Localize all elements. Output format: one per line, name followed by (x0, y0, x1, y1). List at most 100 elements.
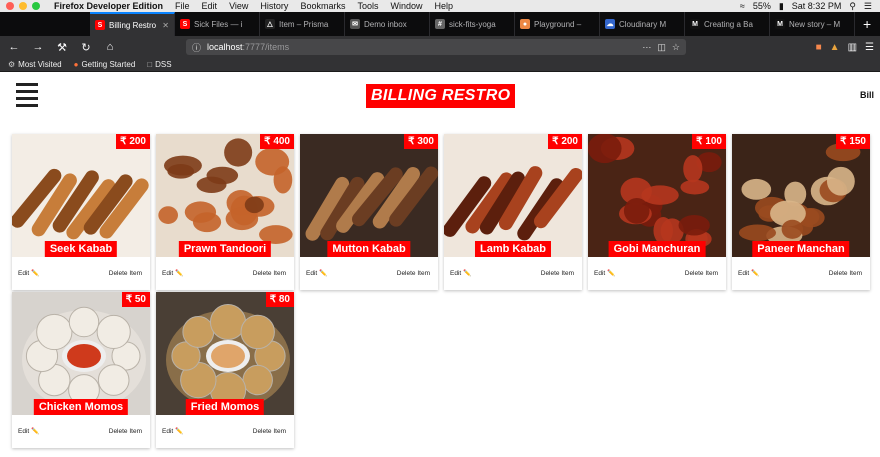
menu-help[interactable]: Help (434, 1, 453, 11)
minimize-window-button[interactable] (19, 2, 27, 10)
item-image[interactable] (732, 134, 870, 257)
edit-item-button[interactable]: Edit ✏️ (306, 269, 327, 277)
hamburger-menu-icon[interactable] (16, 83, 38, 107)
pocket-icon[interactable]: ◫ (657, 42, 666, 53)
menu-view[interactable]: View (229, 1, 248, 11)
bookmark-star-icon[interactable]: ☆ (672, 42, 680, 53)
reload-icon[interactable]: ↻ (78, 41, 94, 54)
delete-item-button[interactable]: Delete Item (397, 270, 430, 277)
tab-favicon-icon: ✉ (350, 19, 360, 29)
browser-tab[interactable]: S Billing Restro ✕ (90, 12, 175, 36)
home-icon[interactable]: ⌂ (102, 41, 118, 53)
page-info-icon[interactable]: ⓘ (192, 41, 201, 54)
bookmark-item[interactable]: □ DSS (147, 60, 171, 69)
forward-icon[interactable]: → (30, 41, 46, 53)
item-name[interactable]: Fried Momos (185, 399, 265, 415)
bookmarks-toolbar: ⚙ Most Visited ● Getting Started □ DSS (0, 58, 880, 72)
browser-tab[interactable]: △ Item – Prisma (260, 12, 345, 36)
delete-item-button[interactable]: Delete Item (829, 270, 862, 277)
search-icon[interactable]: ⚲ (849, 1, 856, 12)
browser-tab[interactable]: ● Playground – (515, 12, 600, 36)
item-name[interactable]: Gobi Manchuran (608, 241, 706, 257)
browser-tab[interactable]: # sick-fits-yoga (430, 12, 515, 36)
devtools-wrench-icon[interactable]: ⚒ (54, 41, 70, 54)
edit-item-button[interactable]: Edit ✏️ (18, 427, 39, 435)
item-name[interactable]: Mutton Kabab (327, 241, 411, 257)
item-image[interactable] (12, 134, 150, 257)
toolbar-extensions: ■ ▲ ▥ ☰ (816, 42, 874, 53)
menu-window[interactable]: Window (390, 1, 422, 11)
delete-item-button[interactable]: Delete Item (109, 270, 142, 277)
item-name[interactable]: Lamb Kabab (474, 241, 552, 257)
delete-item-button[interactable]: Delete Item (109, 428, 142, 435)
browser-tab[interactable]: M Creating a Ba (685, 12, 770, 36)
app-header: BILLING RESTRO Bill (0, 72, 880, 118)
back-icon[interactable]: ← (6, 41, 22, 53)
bookmark-icon: ⚙ (8, 60, 16, 69)
menu-file[interactable]: File (175, 1, 190, 11)
item-actions: Edit ✏️ Delete Item (12, 263, 150, 283)
notifications-icon[interactable]: ☰ (864, 1, 872, 12)
delete-item-button[interactable]: Delete Item (253, 428, 286, 435)
app-name-menu[interactable]: Firefox Developer Edition (54, 1, 163, 11)
item-image[interactable] (156, 134, 294, 257)
bill-link[interactable]: Bill (860, 90, 874, 100)
item-name[interactable]: Prawn Tandoori (178, 241, 272, 257)
wifi-icon[interactable]: ≈ (740, 1, 745, 11)
browser-tab[interactable]: M New story – M (770, 12, 855, 36)
delete-item-button[interactable]: Delete Item (685, 270, 718, 277)
clock[interactable]: Sat 8:32 PM (792, 1, 842, 11)
item-name[interactable]: Seek Kabab (44, 241, 118, 257)
close-tab-icon[interactable]: ✕ (162, 21, 169, 30)
item-name[interactable]: Chicken Momos (33, 399, 129, 415)
delete-item-button[interactable]: Delete Item (541, 270, 574, 277)
food-photo (156, 134, 294, 257)
edit-item-button[interactable]: Edit ✏️ (162, 269, 183, 277)
edit-item-button[interactable]: Edit ✏️ (162, 427, 183, 435)
tab-title: sick-fits-yoga (449, 19, 496, 29)
browser-tab[interactable]: ☁ Cloudinary M (600, 12, 685, 36)
tab-title: Item – Prisma (279, 19, 329, 29)
app-menus: Firefox Developer Edition File Edit View Hi… (54, 1, 453, 11)
edit-item-button[interactable]: Edit ✏️ (594, 269, 615, 277)
sidebar-icon[interactable]: ▥ (848, 42, 857, 53)
bookmark-item[interactable]: ● Getting Started (74, 60, 136, 69)
zoom-window-button[interactable] (32, 2, 40, 10)
menu-tools[interactable]: Tools (357, 1, 378, 11)
menu-edit[interactable]: Edit (202, 1, 218, 11)
item-card: ₹ 150 Paneer Manchan Edit ✏️ Delete Item (732, 134, 870, 290)
menu-bookmarks[interactable]: Bookmarks (300, 1, 345, 11)
item-image[interactable] (588, 134, 726, 257)
new-tab-button[interactable]: + (855, 12, 879, 36)
browser-tab[interactable]: S Sick Files — i (175, 12, 260, 36)
delete-item-button[interactable]: Delete Item (253, 270, 286, 277)
item-card: ₹ 50 Chicken Momos Edit ✏️ Delete Item (12, 292, 150, 448)
item-image[interactable] (300, 134, 438, 257)
extension-icon[interactable]: ■ (816, 42, 822, 53)
food-photo (444, 134, 582, 257)
tab-favicon-icon: S (95, 20, 105, 30)
menu-icon[interactable]: ☰ (865, 42, 874, 53)
item-image[interactable] (156, 292, 294, 415)
page-actions-icon[interactable]: ⋯ (642, 42, 651, 53)
edit-item-button[interactable]: Edit ✏️ (450, 269, 471, 277)
battery-icon[interactable]: ▮ (779, 1, 784, 12)
close-window-button[interactable] (6, 2, 14, 10)
status-area: ≈ 55% ▮ Sat 8:32 PM ⚲ ☰ (740, 0, 872, 12)
item-image[interactable] (12, 292, 150, 415)
edit-item-button[interactable]: Edit ✏️ (18, 269, 39, 277)
item-name[interactable]: Paneer Manchan (752, 241, 850, 257)
address-bar[interactable]: ⓘ localhost:7777/items ⋯ ◫ ☆ (186, 39, 686, 55)
menu-history[interactable]: History (260, 1, 288, 11)
tab-title: New story – M (789, 19, 841, 29)
bookmark-icon: □ (147, 60, 153, 69)
item-actions: Edit ✏️ Delete Item (156, 263, 294, 283)
app-logo[interactable]: BILLING RESTRO (366, 84, 516, 108)
extension-icon[interactable]: ▲ (830, 42, 840, 53)
food-photo (588, 134, 726, 257)
bookmark-item[interactable]: ⚙ Most Visited (8, 60, 62, 69)
item-image[interactable] (444, 134, 582, 257)
url-text[interactable]: localhost:7777/items (207, 42, 636, 52)
edit-item-button[interactable]: Edit ✏️ (738, 269, 759, 277)
browser-tab[interactable]: ✉ Demo inbox (345, 12, 430, 36)
